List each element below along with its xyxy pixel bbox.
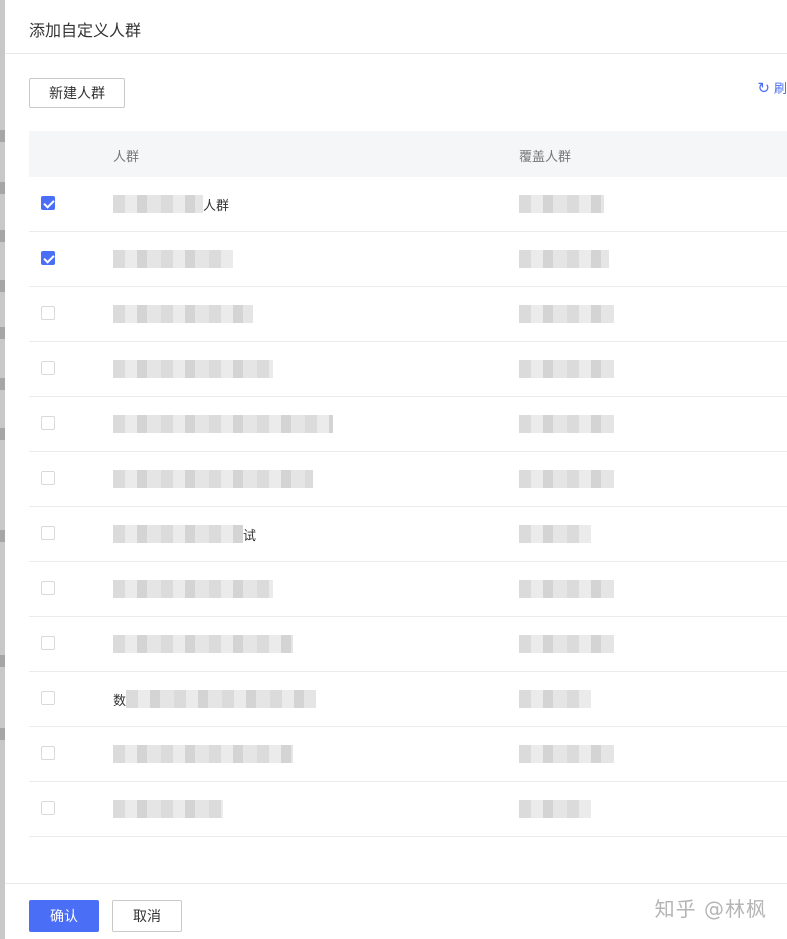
redacted-text [519, 800, 591, 818]
new-group-button[interactable]: 新建人群 [29, 78, 125, 108]
group-name-cell: 试 [113, 524, 256, 544]
table-row[interactable] [29, 287, 787, 342]
table-row[interactable] [29, 727, 787, 782]
group-name-cell [113, 799, 223, 819]
coverage-cell [519, 194, 604, 214]
group-name-cell [113, 579, 273, 599]
row-checkbox[interactable] [41, 801, 55, 815]
row-checkbox[interactable] [41, 306, 55, 320]
coverage-cell [519, 414, 614, 434]
group-name-cell: 数 [113, 689, 317, 709]
table-header: 人群 覆盖人群 [29, 131, 787, 177]
redacted-text [113, 305, 253, 323]
group-name-text: 数 [113, 693, 127, 709]
row-checkbox[interactable] [41, 196, 55, 210]
redacted-text [113, 360, 273, 378]
group-name-cell [113, 359, 273, 379]
row-checkbox[interactable] [41, 526, 55, 540]
redacted-text [113, 580, 273, 598]
table-row[interactable] [29, 232, 787, 287]
row-checkbox[interactable] [41, 361, 55, 375]
table-row[interactable] [29, 562, 787, 617]
row-checkbox[interactable] [41, 416, 55, 430]
group-name-cell [113, 634, 293, 654]
coverage-cell [519, 799, 591, 819]
coverage-cell [519, 304, 614, 324]
redacted-text [519, 525, 591, 543]
dialog-title: 添加自定义人群 [29, 21, 142, 40]
table-row[interactable]: 试 [29, 507, 787, 562]
redacted-text [519, 195, 604, 213]
refresh-label: 刷 [773, 82, 787, 97]
group-name-text: 试 [243, 528, 257, 544]
redacted-text [113, 195, 203, 213]
redacted-text [113, 525, 243, 543]
title-divider [5, 53, 787, 54]
redacted-text [113, 635, 293, 653]
column-header-coverage: 覆盖人群 [519, 150, 572, 165]
group-name-cell [113, 414, 333, 434]
group-name-cell [113, 304, 253, 324]
table-row[interactable] [29, 397, 787, 452]
redacted-text [519, 415, 614, 433]
table-body: 人群试数 [29, 177, 787, 837]
redacted-text [519, 635, 614, 653]
coverage-cell [519, 744, 614, 764]
table-row[interactable] [29, 782, 787, 837]
redacted-text [113, 745, 293, 763]
table-row[interactable] [29, 617, 787, 672]
redacted-text [519, 305, 614, 323]
row-checkbox[interactable] [41, 471, 55, 485]
coverage-cell [519, 689, 591, 709]
redacted-text [126, 690, 317, 708]
redacted-text [113, 800, 223, 818]
redacted-text [519, 690, 591, 708]
redacted-text [519, 250, 609, 268]
coverage-cell [519, 524, 591, 544]
group-name-text: 人群 [203, 198, 230, 214]
watermark: 知乎 @林枫 [654, 897, 767, 921]
group-name-cell [113, 249, 233, 269]
group-table: 人群 覆盖人群 人群试数 [29, 131, 787, 837]
row-checkbox[interactable] [41, 581, 55, 595]
table-row[interactable] [29, 342, 787, 397]
coverage-cell [519, 579, 614, 599]
cancel-button[interactable]: 取消 [112, 900, 182, 932]
row-checkbox[interactable] [41, 636, 55, 650]
table-row[interactable]: 数 [29, 672, 787, 727]
coverage-cell [519, 469, 614, 489]
group-name-cell [113, 744, 293, 764]
table-row[interactable]: 人群 [29, 177, 787, 232]
redacted-text [113, 470, 313, 488]
redacted-text [519, 580, 614, 598]
redacted-text [519, 470, 614, 488]
redacted-text [519, 360, 614, 378]
footer-divider [5, 883, 787, 884]
row-checkbox[interactable] [41, 746, 55, 760]
table-row[interactable] [29, 452, 787, 507]
confirm-button[interactable]: 确认 [29, 900, 99, 932]
column-header-group: 人群 [113, 150, 140, 165]
coverage-cell [519, 359, 614, 379]
refresh-icon: ↻ [757, 78, 770, 97]
group-name-cell [113, 469, 313, 489]
row-checkbox[interactable] [41, 691, 55, 705]
refresh-button[interactable]: ↻ 刷 [757, 78, 787, 98]
redacted-text [113, 250, 233, 268]
group-name-cell: 人群 [113, 194, 229, 214]
redacted-text [113, 415, 333, 433]
row-checkbox[interactable] [41, 251, 55, 265]
coverage-cell [519, 249, 609, 269]
redacted-text [519, 745, 614, 763]
coverage-cell [519, 634, 614, 654]
background-page-edge [0, 0, 5, 939]
